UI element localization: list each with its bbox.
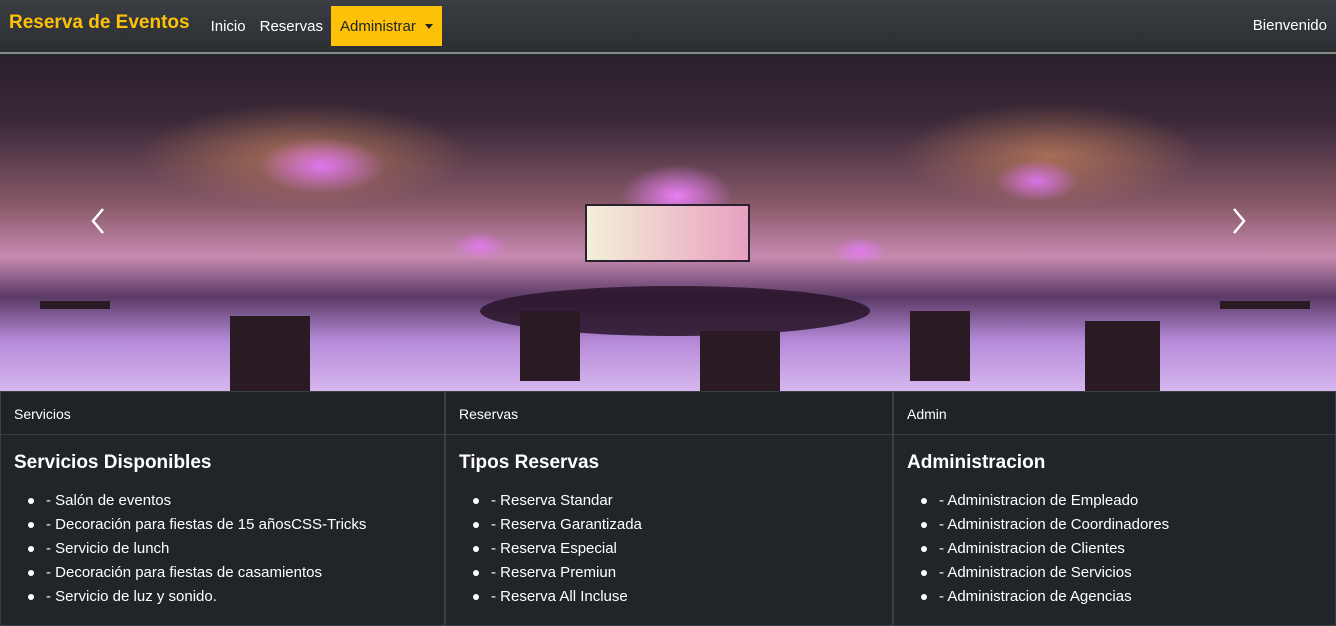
bullet-icon: [473, 522, 479, 528]
list-item: - Administracion de Empleado: [921, 489, 1322, 513]
list-item: - Servicio de luz y sonido.: [28, 585, 431, 609]
administrar-dropdown[interactable]: Administrar: [330, 6, 442, 46]
services-list: - Salón de eventos - Decoración para fie…: [14, 489, 431, 609]
chevron-right-icon: [1233, 208, 1246, 234]
list-item-text: - Salón de eventos: [46, 492, 172, 509]
card-header: Admin: [894, 392, 1335, 435]
card-header: Reservas: [446, 392, 892, 435]
list-item: - Reserva Garantizada: [473, 513, 879, 537]
bullet-icon: [473, 570, 479, 576]
carousel-image-table: [700, 331, 780, 391]
list-item-text: - Administracion de Clientes: [939, 540, 1125, 557]
carousel-next-control[interactable]: [1229, 206, 1249, 236]
carousel-image-table: [1220, 301, 1310, 309]
caret-down-icon: [424, 23, 433, 29]
bullet-icon: [921, 570, 927, 576]
card-body: Tipos Reservas - Reserva Standar - Reser…: [446, 435, 892, 626]
reservation-types-list: - Reserva Standar - Reserva Garantizada …: [459, 489, 879, 609]
list-item-text: - Decoración para fiestas de 15 añosCSS-…: [46, 516, 367, 533]
bullet-icon: [28, 594, 34, 600]
navbar: Reserva de Eventos Inicio Reservas Admin…: [0, 0, 1336, 54]
chevron-left-icon: [91, 208, 104, 234]
bullet-icon: [921, 522, 927, 528]
bullet-icon: [921, 546, 927, 552]
list-item: - Administracion de Servicios: [921, 561, 1322, 585]
list-item: - Reserva Premiun: [473, 561, 879, 585]
list-item-text: - Administracion de Coordinadores: [939, 516, 1170, 533]
list-item: - Administracion de Agencias: [921, 585, 1322, 609]
list-item: - Decoración para fiestas de 15 añosCSS-…: [28, 513, 431, 537]
bullet-icon: [473, 594, 479, 600]
list-item-text: - Administracion de Servicios: [939, 564, 1132, 581]
list-item: - Administracion de Coordinadores: [921, 513, 1322, 537]
bullet-icon: [28, 498, 34, 504]
list-item-text: - Administracion de Agencias: [939, 588, 1132, 605]
carousel-image-screen: [585, 204, 750, 262]
carousel-image-table: [520, 311, 580, 381]
list-item: - Decoración para fiestas de casamientos: [28, 561, 431, 585]
nav-link-inicio[interactable]: Inicio: [204, 18, 253, 35]
administrar-dropdown-label: Administrar: [339, 17, 416, 35]
admin-list: - Administracion de Empleado - Administr…: [907, 489, 1322, 609]
bullet-icon: [28, 570, 34, 576]
list-item: - Reserva Standar: [473, 489, 879, 513]
bullet-icon: [473, 498, 479, 504]
card-title: Tipos Reservas: [459, 452, 600, 473]
list-item-text: - Reserva Especial: [491, 540, 617, 557]
list-item-text: - Administracion de Empleado: [939, 492, 1139, 509]
list-item: - Reserva Especial: [473, 537, 879, 561]
list-item-text: - Servicio de luz y sonido.: [46, 588, 217, 605]
bullet-icon: [473, 546, 479, 552]
card-header: Servicios: [1, 392, 444, 435]
bullet-icon: [921, 594, 927, 600]
card-admin: Admin Administracion - Administracion de…: [893, 391, 1336, 626]
card-body: Administracion - Administracion de Emple…: [894, 435, 1335, 626]
list-item-text: - Servicio de lunch: [46, 540, 170, 557]
event-hall-carousel: [0, 56, 1336, 391]
carousel-image-table: [1085, 321, 1160, 391]
list-item-text: - Reserva Standar: [491, 492, 613, 509]
list-item: - Administracion de Clientes: [921, 537, 1322, 561]
list-item: - Servicio de lunch: [28, 537, 431, 561]
nav-link-reservas[interactable]: Reservas: [253, 18, 330, 35]
bullet-icon: [28, 522, 34, 528]
list-item-text: - Reserva All Incluse: [491, 588, 628, 605]
carousel-prev-control[interactable]: [88, 206, 108, 236]
card-group: Servicios Servicios Disponibles - Salón …: [0, 391, 1336, 626]
list-item: - Salón de eventos: [28, 489, 431, 513]
card-body: Servicios Disponibles - Salón de eventos…: [1, 435, 444, 626]
card-title: Servicios Disponibles: [14, 452, 212, 473]
brand-link[interactable]: Reserva de Eventos: [9, 12, 190, 34]
card-servicios: Servicios Servicios Disponibles - Salón …: [0, 391, 445, 626]
card-reservas: Reservas Tipos Reservas - Reserva Standa…: [445, 391, 893, 626]
carousel-image-table: [230, 316, 310, 391]
card-title: Administracion: [907, 452, 1046, 473]
welcome-text: Bienvenido: [1252, 17, 1327, 34]
list-item: - Reserva All Incluse: [473, 585, 879, 609]
carousel-image-table: [40, 301, 110, 309]
list-item-text: - Reserva Premiun: [491, 564, 617, 581]
carousel-image-table: [910, 311, 970, 381]
list-item-text: - Decoración para fiestas de casamientos: [46, 564, 322, 581]
bullet-icon: [921, 498, 927, 504]
bullet-icon: [28, 546, 34, 552]
list-item-text: - Reserva Garantizada: [491, 516, 642, 533]
